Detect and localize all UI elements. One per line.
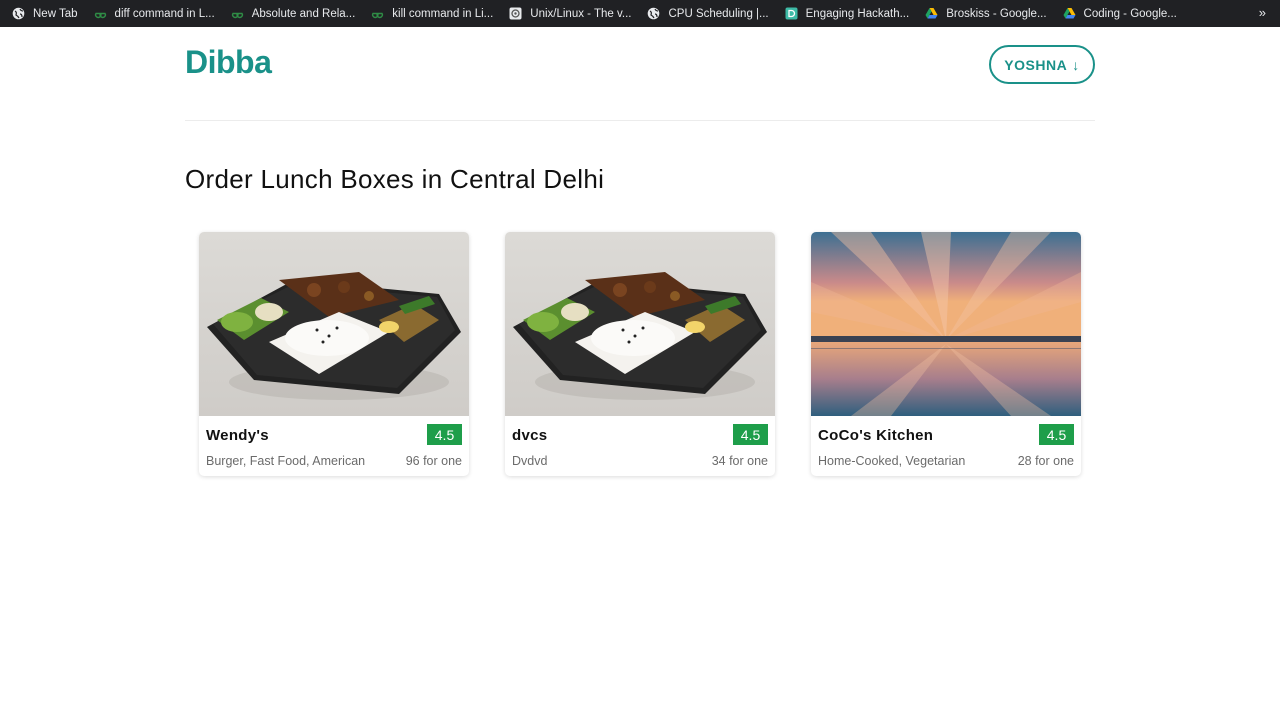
restaurant-card[interactable]: CoCo's Kitchen 4.5 Home-Cooked, Vegetari…	[811, 232, 1081, 476]
cuisine-list: Dvdvd	[512, 454, 548, 468]
bookmark-broskiss-drive[interactable]: Broskiss - Google...	[925, 0, 1062, 27]
bookmark-label: New Tab	[33, 7, 78, 20]
bookmark-label: Unix/Linux - The v...	[530, 7, 632, 20]
bookmark-label: diff command in L...	[114, 7, 215, 20]
price-for-one: 96 for one	[405, 454, 462, 468]
restaurant-name: dvcs	[512, 427, 548, 444]
restaurant-card[interactable]: Wendy's 4.5 Burger, Fast Food, American …	[199, 232, 469, 476]
user-menu-button[interactable]: YOSHNA ↓	[989, 45, 1095, 84]
rating-badge: 4.5	[1039, 424, 1074, 445]
globe-icon	[647, 7, 660, 20]
card-body: dvcs 4.5 Dvdvd 34 for one	[505, 416, 775, 476]
bookmark-kill-command[interactable]: kill command in Li...	[371, 0, 509, 27]
restaurant-card[interactable]: dvcs 4.5 Dvdvd 34 for one	[505, 232, 775, 476]
price-for-one: 34 for one	[711, 454, 768, 468]
tutorialspoint-icon	[509, 7, 522, 20]
gfg-icon	[94, 7, 107, 20]
bookmark-label: Absolute and Rela...	[251, 7, 356, 20]
cuisine-list: Home-Cooked, Vegetarian	[818, 454, 966, 468]
bookmark-cpu-scheduling[interactable]: CPU Scheduling |...	[647, 0, 784, 27]
rating-badge: 4.5	[427, 424, 462, 445]
bookmark-unix-linux[interactable]: Unix/Linux - The v...	[509, 0, 647, 27]
drive-icon	[925, 7, 938, 20]
header-divider	[185, 120, 1095, 121]
devfolio-icon	[785, 7, 798, 20]
bookmark-label: CPU Scheduling |...	[668, 7, 769, 20]
user-name: YOSHNA	[1004, 56, 1068, 73]
bento-lunchbox-photo	[199, 232, 469, 416]
bookmark-new-tab[interactable]: New Tab	[12, 0, 94, 27]
bookmark-diff-command[interactable]: diff command in L...	[94, 0, 231, 27]
arrow-down-icon: ↓	[1072, 56, 1080, 73]
bookmark-coding-drive[interactable]: Coding - Google...	[1063, 0, 1193, 27]
bookmark-label: Coding - Google...	[1083, 7, 1177, 20]
restaurant-name: Wendy's	[206, 427, 269, 444]
page-title: Order Lunch Boxes in Central Delhi	[185, 164, 605, 194]
price-for-one: 28 for one	[1017, 454, 1074, 468]
bookmark-label: Broskiss - Google...	[946, 7, 1047, 20]
bookmark-absolute-relative[interactable]: Absolute and Rela...	[231, 0, 372, 27]
cuisine-list: Burger, Fast Food, American	[206, 454, 366, 468]
bookmark-engaging-hackathons[interactable]: Engaging Hackath...	[785, 0, 926, 27]
bookmarks-overflow-button[interactable]: »	[1259, 5, 1266, 20]
bookmark-label: Engaging Hackath...	[805, 7, 910, 20]
gfg-icon	[231, 7, 244, 20]
drive-icon	[1063, 7, 1076, 20]
restaurant-name: CoCo's Kitchen	[818, 427, 934, 444]
sunset-sea-photo	[811, 232, 1081, 416]
card-body: CoCo's Kitchen 4.5 Home-Cooked, Vegetari…	[811, 416, 1081, 476]
gfg-icon	[371, 7, 384, 20]
globe-icon	[12, 7, 25, 20]
logo[interactable]: Dibba	[185, 44, 272, 81]
card-body: Wendy's 4.5 Burger, Fast Food, American …	[199, 416, 469, 476]
bento-lunchbox-photo	[505, 232, 775, 416]
bookmarks-bar: New Tab diff command in L... Absolute an…	[0, 0, 1280, 27]
bookmark-label: kill command in Li...	[392, 7, 494, 20]
rating-badge: 4.5	[733, 424, 768, 445]
